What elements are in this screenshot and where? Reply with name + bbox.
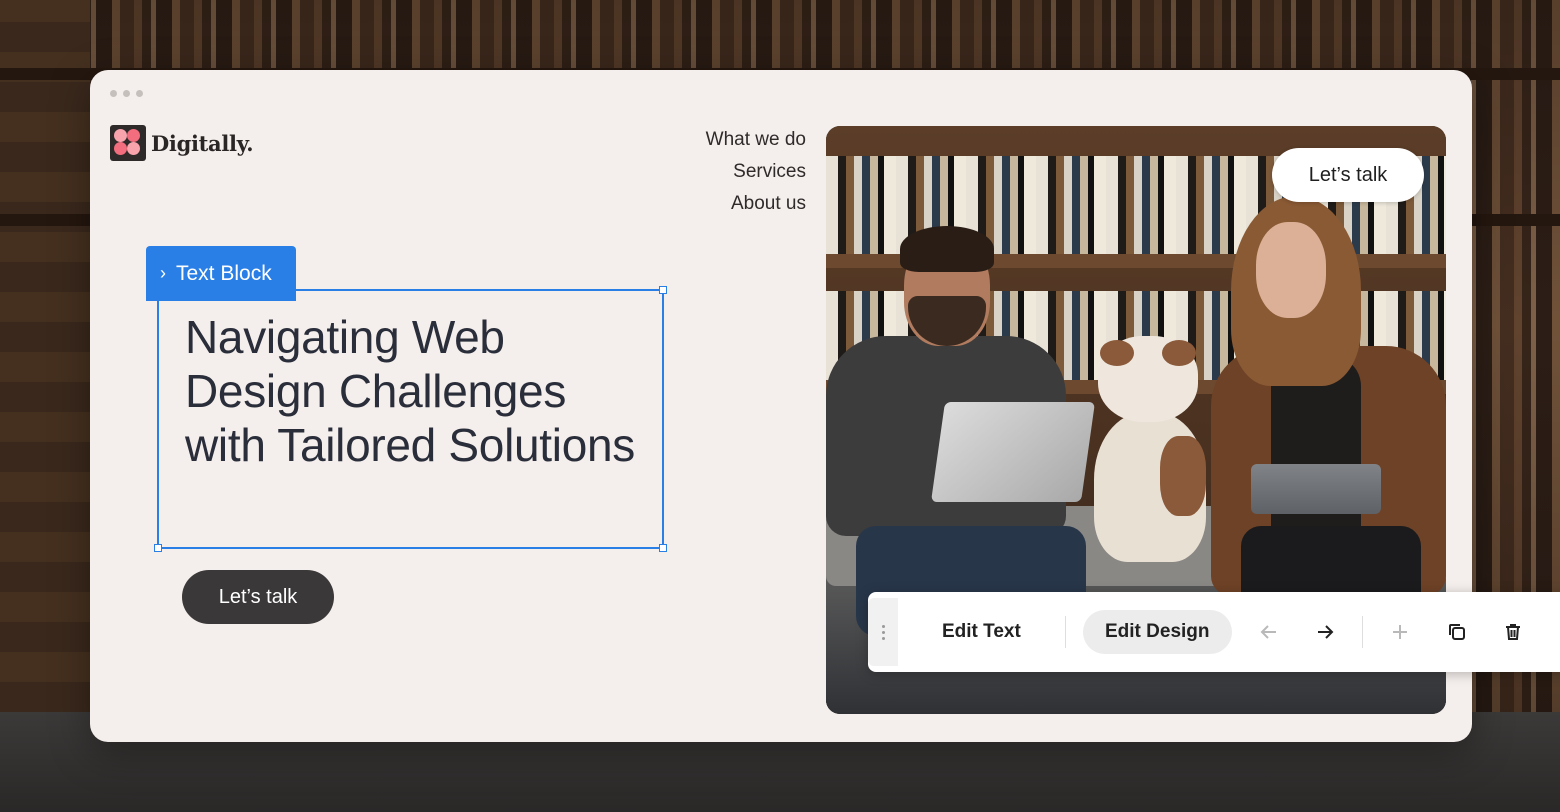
edit-text-button[interactable]: Edit Text [920, 610, 1043, 654]
resize-handle[interactable] [154, 544, 162, 552]
selection-tag-label: Text Block [176, 261, 272, 285]
image-lets-talk-button[interactable]: Let’s talk [1272, 148, 1424, 202]
nav-item-about-us[interactable]: About us [706, 188, 806, 220]
toolbar-divider [1065, 616, 1066, 648]
toolbar-divider [1362, 616, 1363, 648]
nav-item-what-we-do[interactable]: What we do [706, 124, 806, 156]
floating-edit-toolbar: Edit Text Edit Design [868, 592, 1560, 672]
edit-design-button[interactable]: Edit Design [1083, 610, 1232, 654]
nav-item-services[interactable]: Services [706, 156, 806, 188]
resize-handle[interactable] [659, 544, 667, 552]
duplicate-icon[interactable] [1435, 610, 1479, 654]
hero-headline[interactable]: Navigating Web Design Challenges with Ta… [185, 310, 655, 472]
arrow-left-icon[interactable] [1247, 610, 1291, 654]
plus-icon[interactable] [1378, 610, 1422, 654]
resize-handle[interactable] [659, 286, 667, 294]
lets-talk-button[interactable]: Let’s talk [182, 570, 334, 624]
arrow-right-icon[interactable] [1303, 610, 1347, 654]
site-nav: What we do Services About us [706, 124, 806, 220]
photo-person-woman [1211, 196, 1446, 636]
drag-handle-icon[interactable] [868, 598, 898, 666]
background-wall [0, 0, 90, 712]
trash-icon[interactable] [1491, 610, 1535, 654]
logo-mark-icon [110, 125, 146, 161]
laptop-icon [1251, 464, 1381, 514]
photo-dog [1090, 336, 1210, 566]
brand-name: Digitally. [151, 130, 254, 156]
chevron-right-icon: › [160, 263, 166, 283]
brand-logo[interactable]: Digitally. [110, 125, 254, 161]
window-dots [110, 90, 143, 97]
laptop-icon [930, 402, 1096, 502]
